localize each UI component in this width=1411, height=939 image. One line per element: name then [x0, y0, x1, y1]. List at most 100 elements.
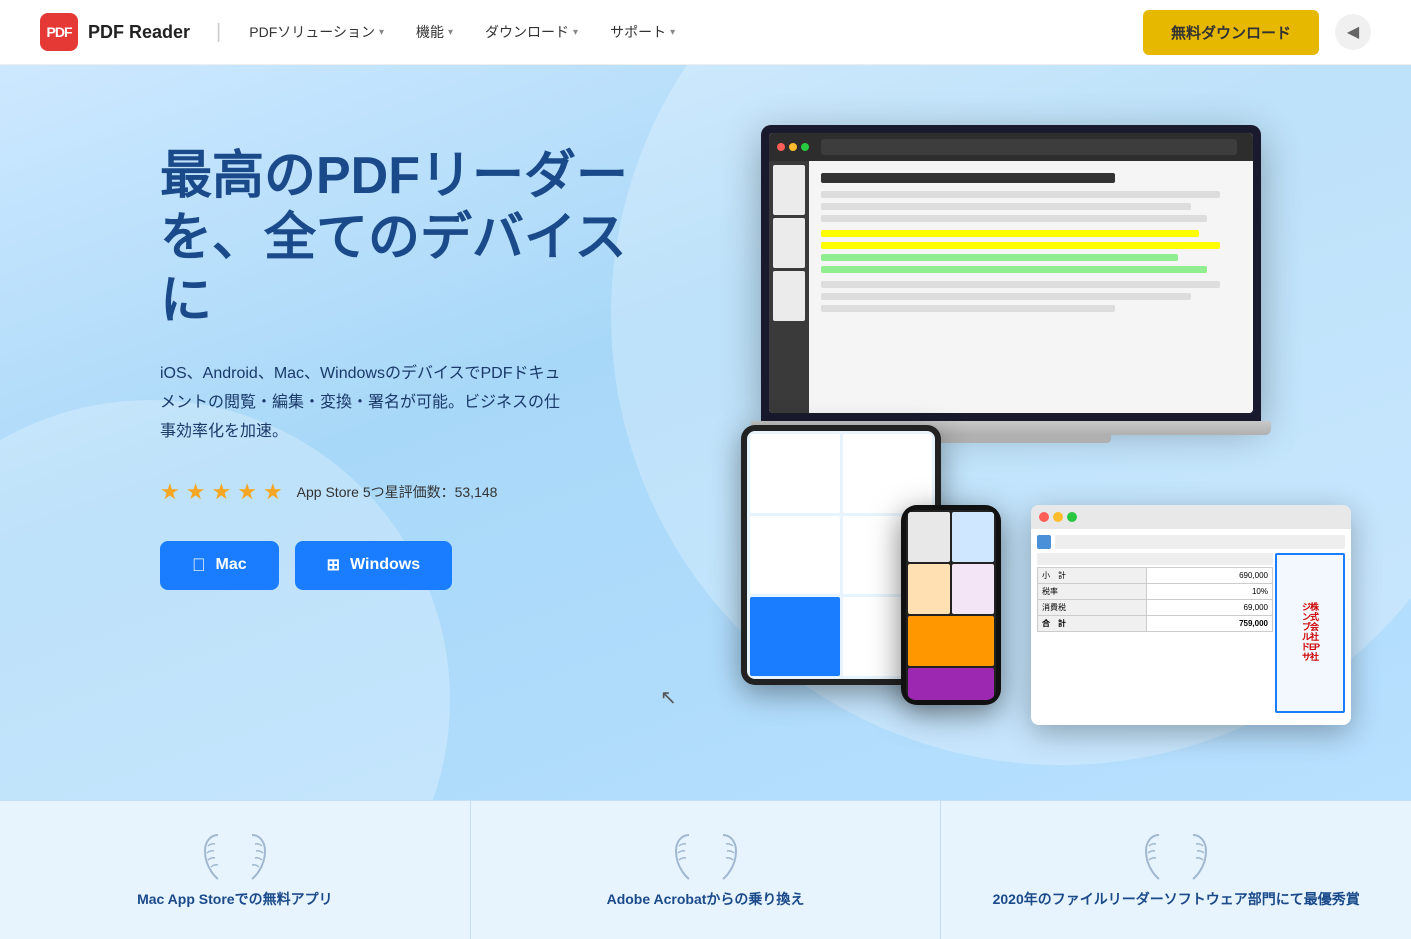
pdf-sidebar [769, 161, 809, 413]
phone-thumb-wide [908, 616, 994, 666]
award-title-2: Adobe Acrobatからの乗り換え [607, 889, 805, 909]
table-cell-label: 合 計 [1038, 616, 1147, 632]
phone-thumb [952, 512, 994, 562]
pdf-body [769, 161, 1253, 413]
window-content: 小 計 690,000 税率 10% 消費税 69,000 [1031, 529, 1351, 719]
cursor: ↖ [660, 685, 677, 710]
hero-section: 最高のPDFリーダー を、全てのデバイスに iOS、Android、Mac、Wi… [0, 65, 1411, 800]
award-item-2: Adobe Acrobatからの乗り換え [471, 801, 942, 939]
spreadsheet-body: 小 計 690,000 税率 10% 消費税 69,000 [1037, 553, 1345, 713]
star-2: ★ [186, 479, 206, 505]
chevron-down-icon: ▾ [379, 27, 384, 38]
table-cell-label: 税率 [1038, 584, 1147, 600]
tablet-page [750, 434, 840, 513]
laurel-left-3 [1144, 831, 1174, 881]
pdf-highlight [821, 242, 1220, 249]
laptop-screen-inner [769, 133, 1253, 413]
star-4: ★ [237, 479, 257, 505]
awards-section: Mac App Storeでの無料アプリ Adobe Acrobatからの乗り換… [0, 800, 1411, 939]
windows-download-button[interactable]: ⊞ Windows [295, 541, 452, 590]
pdf-line [821, 281, 1220, 288]
award-title-3: 2020年のファイルリーダーソフトウェア部門にて最優秀賞 [993, 889, 1360, 909]
toolbar-dot-red [777, 143, 785, 151]
star-1: ★ [160, 479, 180, 505]
nav-logo[interactable]: PDF PDF Reader [40, 13, 190, 51]
toolbar-dot-yellow [789, 143, 797, 151]
award-title-1: Mac App Storeでの無料アプリ [137, 889, 333, 909]
hero-buttons:  Mac ⊞ Windows [160, 541, 650, 590]
table-row: 税率 10% [1038, 584, 1273, 600]
hero-stars: ★ ★ ★ ★ ★ App Store 5つ星評価数：53,148 [160, 479, 650, 505]
hero-title: 最高のPDFリーダー を、全てのデバイスに [160, 145, 650, 332]
mac-download-button[interactable]:  Mac [160, 541, 279, 590]
phone-grid [906, 510, 996, 700]
device-mockups: 小 計 690,000 税率 10% 消費税 69,000 [731, 85, 1351, 765]
free-download-button[interactable]: 無料ダウンロード [1143, 10, 1319, 55]
pdf-highlight-block [821, 230, 1241, 273]
laurel-right-3 [1178, 831, 1208, 881]
pdf-highlight [821, 230, 1199, 237]
laptop-mockup [761, 125, 1261, 443]
nav-item-solutions[interactable]: PDFソリューション ▾ [235, 14, 398, 50]
award-laurels-1 [203, 831, 267, 881]
hero-content: 最高のPDFリーダー を、全てのデバイスに iOS、Android、Mac、Wi… [0, 145, 650, 590]
selection-overlay: ジ株ン式ブ会ル社ドEPサ社 [1275, 553, 1345, 713]
pdf-logo-icon: PDF [40, 13, 78, 51]
windows-icon: ⊞ [327, 555, 340, 575]
pdf-line [821, 305, 1115, 312]
phone-mockup [901, 505, 1001, 705]
phone-screen [906, 510, 996, 700]
award-item-3: 2020年のファイルリーダーソフトウェア部門にて最優秀賞 [941, 801, 1411, 939]
pdf-line [821, 293, 1191, 300]
spreadsheet-table: 小 計 690,000 税率 10% 消費税 69,000 [1037, 567, 1273, 632]
apple-icon:  [192, 555, 206, 576]
toolbar-dot-green [801, 143, 809, 151]
nav-logo-text: PDF Reader [88, 22, 190, 43]
navbar: PDF PDF Reader | PDFソリューション ▾ 機能 ▾ ダウンロー… [0, 0, 1411, 65]
nav-item-support[interactable]: サポート ▾ [596, 14, 689, 50]
pdf-line [821, 191, 1220, 198]
star-3: ★ [211, 479, 231, 505]
phone-thumb [908, 564, 950, 614]
award-laurels-2 [674, 831, 738, 881]
table-cell-value: 690,000 [1147, 568, 1273, 584]
pdf-line [821, 215, 1207, 222]
nav-menu: PDFソリューション ▾ 機能 ▾ ダウンロード ▾ サポート ▾ [235, 14, 1143, 50]
chevron-down-icon: ▾ [670, 27, 675, 38]
table-cell-label: 消費税 [1038, 600, 1147, 616]
chevron-down-icon: ▾ [448, 27, 453, 38]
table-cell-value: 10% [1147, 584, 1273, 600]
laurel-left-2 [674, 831, 704, 881]
back-button[interactable]: ◀ [1335, 14, 1371, 50]
tablet-page-blue [750, 597, 840, 676]
pdf-highlight-green [821, 254, 1178, 261]
laurel-right-2 [708, 831, 738, 881]
table-row: 消費税 69,000 [1038, 600, 1273, 616]
pdf-section-title [821, 173, 1115, 183]
pdf-main-content [809, 161, 1253, 413]
table-cell-value: 69,000 [1147, 600, 1273, 616]
back-icon: ◀ [1347, 22, 1359, 42]
window-dot-green [1067, 512, 1077, 522]
award-laurels-3 [1144, 831, 1208, 881]
tablet-page [843, 434, 933, 513]
table-cell-value: 759,000 [1147, 616, 1273, 632]
nav-item-features[interactable]: 機能 ▾ [402, 14, 467, 50]
phone-thumb-wide [908, 668, 994, 700]
spreadsheet-toolbar [1037, 535, 1345, 549]
pdf-thumb-2 [773, 218, 805, 268]
laurel-right-1 [237, 831, 267, 881]
star-5: ★ [263, 479, 283, 505]
chevron-down-icon: ▾ [573, 27, 578, 38]
pdf-toolbar [769, 133, 1253, 161]
window-titlebar [1031, 505, 1351, 529]
spreadsheet-window: 小 計 690,000 税率 10% 消費税 69,000 [1031, 505, 1351, 725]
selection-text: ジ株ン式ブ会ル社ドEPサ社 [1301, 603, 1319, 662]
nav-item-download[interactable]: ダウンロード ▾ [471, 14, 592, 50]
toolbar-address-bar [821, 139, 1237, 155]
window-dot-yellow [1053, 512, 1063, 522]
spreadsheet-left: 小 計 690,000 税率 10% 消費税 69,000 [1037, 553, 1273, 713]
pdf-line [821, 203, 1191, 210]
pdf-text-block [821, 281, 1241, 312]
nav-divider: | [216, 21, 221, 44]
